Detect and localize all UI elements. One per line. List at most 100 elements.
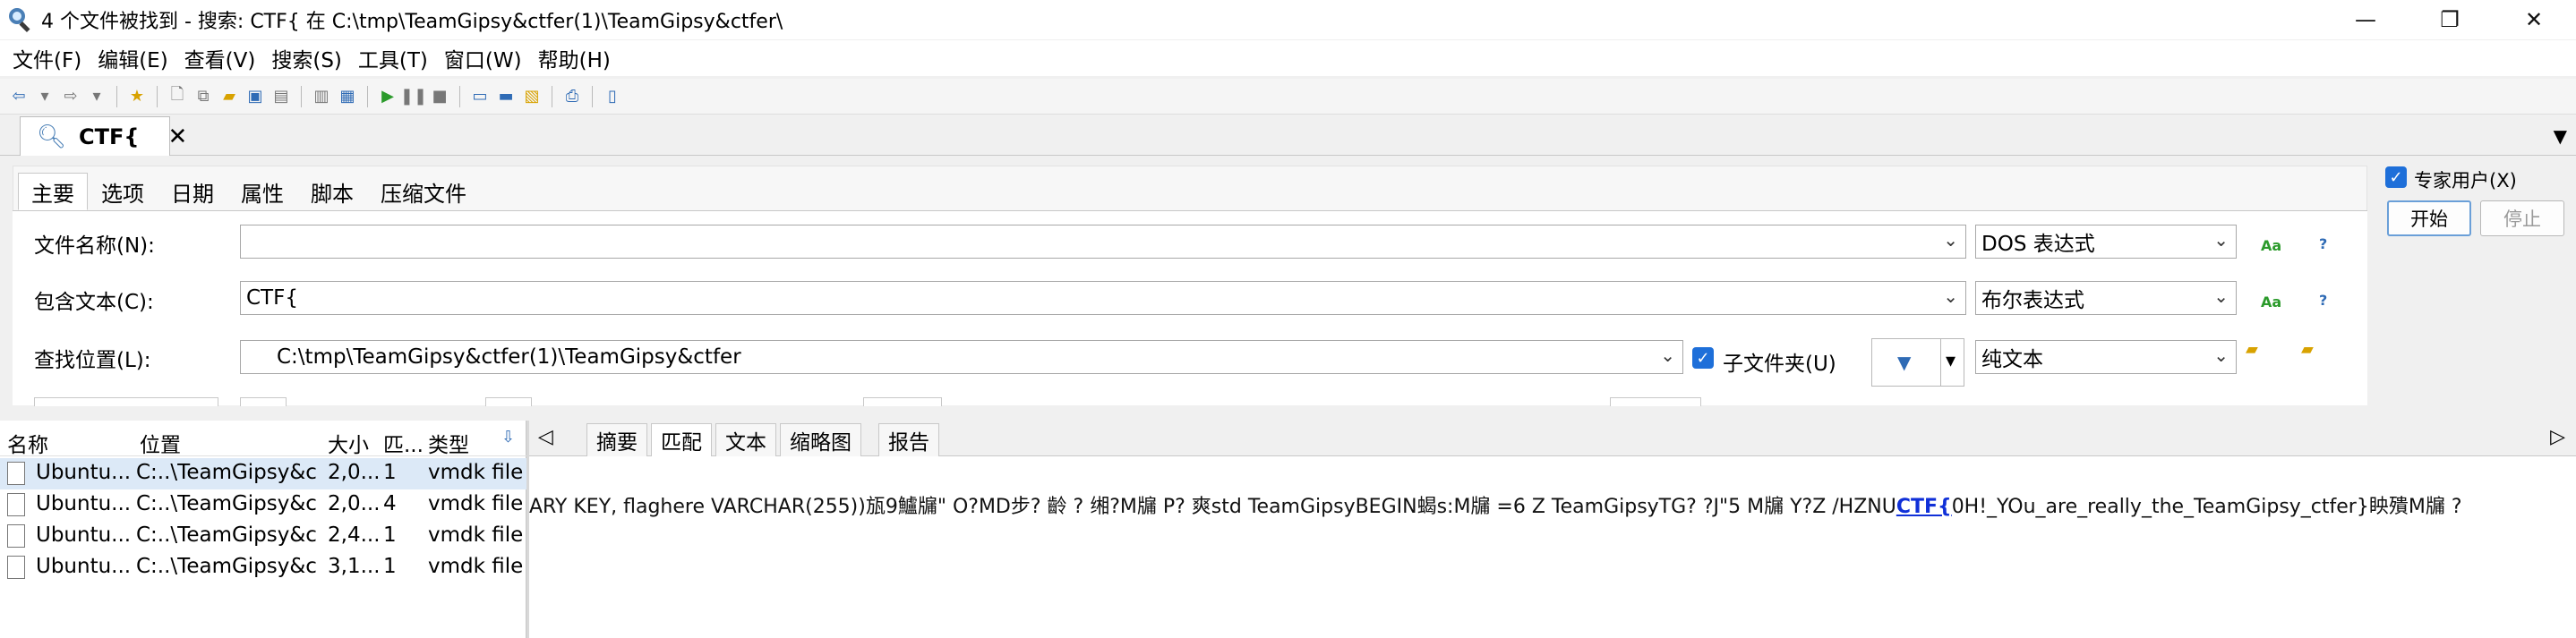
table-row[interactable]: Ubuntu... C:..\TeamGipsy&c 2,0... 1 vmdk… — [0, 458, 526, 489]
row-size: 2,4... — [328, 523, 378, 547]
expert-user-label[interactable]: 专家用户(X) — [2414, 166, 2517, 193]
contains-mode-value: 布尔表达式 — [1981, 289, 2084, 312]
expert-user-checkbox[interactable]: ✓ — [2385, 166, 2407, 188]
tab-list-dropdown-icon[interactable]: ▼ — [2554, 125, 2567, 147]
back-dropdown-icon[interactable]: ▾ — [35, 87, 55, 106]
layout-icon[interactable]: ▭ — [470, 87, 490, 106]
menu-help[interactable]: 帮助(H) — [531, 43, 620, 73]
forward-icon[interactable]: ⇨ — [61, 87, 81, 106]
search-document-tab[interactable]: 🔍︎ CTF{ ✕ — [20, 116, 187, 156]
maximize-button[interactable]: ❐ — [2408, 0, 2492, 39]
folder-list-icon[interactable]: ▰ — [2301, 340, 2314, 359]
chevron-down-icon[interactable]: ⌄ — [1943, 229, 1958, 251]
menu-file[interactable]: 文件(F) — [5, 43, 90, 73]
tab-script[interactable]: 脚本 — [297, 173, 367, 210]
help-icon[interactable]: ? — [2319, 235, 2327, 252]
filename-mode-value: DOS 表达式 — [1981, 233, 2095, 256]
tab-options[interactable]: 选项 — [88, 173, 158, 210]
filename-label: 文件名称(N): — [34, 234, 155, 258]
minimize-button[interactable]: — — [2324, 0, 2408, 39]
start-button[interactable]: 开始 — [2387, 200, 2471, 236]
location-mode-select[interactable]: 纯文本 ⌄ — [1975, 340, 2237, 374]
tab-main[interactable]: 主要 — [18, 173, 88, 210]
location-input[interactable]: C:\tmp\TeamGipsy&ctfer(1)\TeamGipsy&ctfe… — [240, 340, 1683, 374]
close-window-button[interactable]: ✕ — [2492, 0, 2576, 39]
menu-window[interactable]: 窗口(W) — [437, 43, 531, 73]
column-name[interactable]: 名称 — [7, 428, 48, 458]
stop-icon[interactable]: ■ — [430, 87, 449, 106]
help-icon[interactable]: ? — [2319, 292, 2327, 309]
folder-filter-split-button[interactable]: ▼ ▾ — [1871, 338, 1964, 387]
row-type: vmdk file — [428, 523, 524, 547]
browse-folder-icon[interactable]: ▰ — [2246, 340, 2258, 359]
table-row[interactable]: Ubuntu... C:..\TeamGipsy&c 2,4... 1 vmdk… — [0, 521, 526, 552]
scroll-left-icon[interactable]: ◁ — [538, 426, 553, 448]
filter-folder-icon[interactable]: ▧ — [522, 87, 542, 106]
match-case-icon[interactable]: Aa — [2261, 237, 2281, 254]
subfolders-checkbox[interactable]: ✓ — [1692, 347, 1714, 369]
tab-matches[interactable]: 匹配 — [651, 423, 712, 456]
sort-indicator-icon[interactable]: ⇩ — [501, 428, 515, 447]
toolbar-separator — [367, 85, 368, 107]
tab-date[interactable]: 日期 — [158, 173, 227, 210]
filename-input[interactable]: ⌄ — [240, 225, 1966, 259]
close-tab-icon[interactable]: ✕ — [167, 123, 187, 150]
preview-match-highlight[interactable]: CTF{ — [1896, 496, 1952, 518]
column-location[interactable]: 位置 — [140, 428, 181, 458]
open-folder-icon[interactable]: ▰ — [219, 87, 239, 106]
save-as-icon[interactable]: ▤ — [271, 87, 291, 106]
tab-thumbnail[interactable]: 缩略图 — [780, 423, 861, 456]
column-matches[interactable]: 匹... — [383, 428, 424, 458]
row-name: Ubuntu... — [36, 461, 132, 484]
new-document-icon[interactable]: 🗋 — [167, 85, 187, 106]
filename-mode-select[interactable]: DOS 表达式 ⌄ — [1975, 225, 2237, 259]
tab-text[interactable]: 文本 — [715, 423, 776, 456]
scroll-right-icon[interactable]: ▷ — [2550, 426, 2565, 448]
column-type[interactable]: 类型 — [428, 428, 469, 458]
chevron-down-icon[interactable]: ⌄ — [2213, 229, 2229, 251]
table-row[interactable]: Ubuntu... C:..\TeamGipsy&c 2,0... 4 vmdk… — [0, 489, 526, 521]
chevron-down-icon[interactable]: ⌄ — [1943, 285, 1958, 307]
menu-tools[interactable]: 工具(T) — [351, 43, 437, 73]
match-case-icon[interactable]: Aa — [2261, 293, 2281, 310]
copy-icon[interactable]: ⧉ — [193, 87, 213, 106]
book-icon[interactable]: ▯ — [603, 87, 622, 106]
menu-view[interactable]: 查看(V) — [177, 43, 265, 73]
favorite-star-icon[interactable]: ★ — [127, 87, 147, 106]
results-header: 名称 位置 大小 匹... 类型 ⇩ — [0, 421, 526, 458]
contains-mode-select[interactable]: 布尔表达式 ⌄ — [1975, 281, 2237, 315]
contains-text-value: CTF{ — [246, 286, 298, 310]
row-size: 2,0... — [328, 461, 378, 484]
export-icon[interactable]: ▦ — [338, 87, 357, 106]
subfolders-label[interactable]: 子文件夹(U) — [1723, 346, 1836, 377]
filter-icon: ▼ — [1897, 352, 1912, 373]
back-icon[interactable]: ⇦ — [9, 87, 29, 106]
properties-icon[interactable]: ▥ — [312, 87, 331, 106]
menu-search[interactable]: 搜索(S) — [264, 43, 351, 73]
preview-before-match: ARY KEY, flaghere VARCHAR(255))瓬9鱸牖" O?M… — [529, 496, 1896, 518]
chevron-down-icon[interactable]: ⌄ — [2213, 345, 2229, 366]
chevron-down-icon[interactable]: ⌄ — [1660, 345, 1675, 366]
toolbar: ⇦ ▾ ⇨ ▾ ★ 🗋 ⧉ ▰ ▣ ▤ ▥ ▦ ▶ ❚❚ ■ ▭ ▬ ▧ ⎙ ▯ — [0, 79, 2576, 115]
chevron-down-icon[interactable]: ⌄ — [2213, 285, 2229, 307]
row-location: C:..\TeamGipsy&c — [136, 523, 317, 547]
column-size[interactable]: 大小 — [328, 428, 369, 458]
tab-archive[interactable]: 压缩文件 — [367, 173, 480, 210]
stop-button[interactable]: 停止 — [2480, 200, 2564, 236]
contains-text-input[interactable]: CTF{ ⌄ — [240, 281, 1966, 315]
location-label: 查找位置(L): — [34, 349, 151, 372]
tab-report[interactable]: 报告 — [878, 423, 939, 456]
tab-summary[interactable]: 摘要 — [586, 423, 647, 456]
play-icon[interactable]: ▶ — [378, 87, 398, 106]
pause-icon[interactable]: ❚❚ — [400, 87, 427, 106]
title-bar: 4 个文件被找到 - 搜索: CTF{ 在 C:\tmp\TeamGipsy&c… — [0, 0, 2576, 39]
tab-attributes[interactable]: 属性 — [227, 173, 297, 210]
layout-split-icon[interactable]: ▬ — [496, 87, 516, 106]
save-icon[interactable]: ▣ — [245, 87, 265, 106]
document-tab-label: CTF{ — [79, 123, 140, 149]
forward-dropdown-icon[interactable]: ▾ — [87, 87, 107, 106]
menu-edit[interactable]: 编辑(E) — [90, 43, 176, 73]
table-row[interactable]: Ubuntu... C:..\TeamGipsy&c 3,1... 1 vmdk… — [0, 552, 526, 583]
filter-dropdown-icon[interactable]: ▾ — [1946, 350, 1956, 372]
print-icon[interactable]: ⎙ — [562, 87, 582, 106]
